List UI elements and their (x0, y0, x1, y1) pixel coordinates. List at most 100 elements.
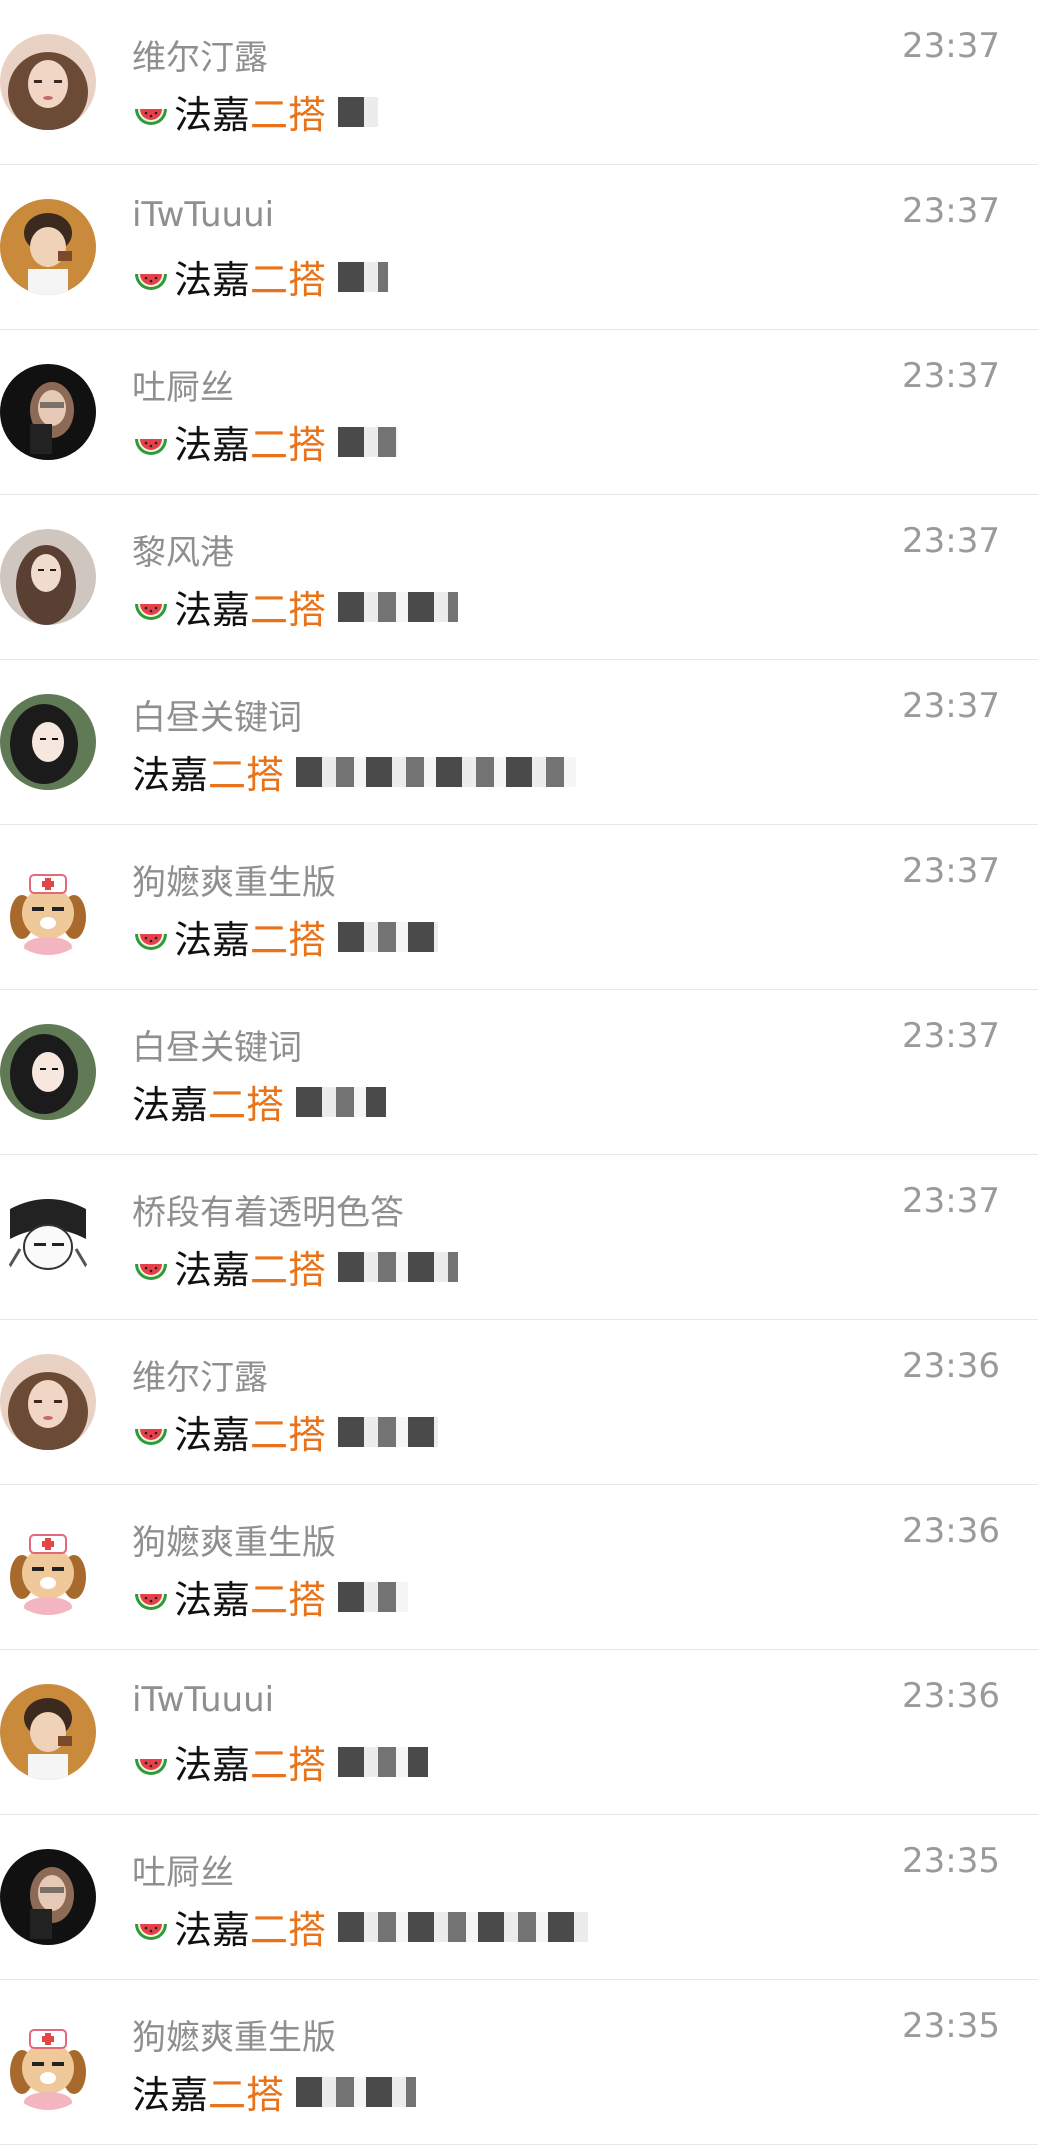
redacted-text (338, 591, 459, 622)
message-preview: 法嘉 二搭 (132, 1569, 409, 1624)
message-prefix: 法嘉 (132, 2073, 209, 2117)
message-prefix: 法嘉 (174, 93, 251, 137)
message-preview: 法嘉 二搭 (132, 2064, 417, 2119)
message-preview: 法嘉 二搭 (132, 909, 439, 964)
redacted-text (338, 1581, 409, 1612)
keyword-highlight: 二搭 (250, 918, 327, 962)
message-time: 23:37 (902, 1016, 1000, 1056)
chat-row[interactable]: iTwTuuui 23:37 法嘉 二搭 (0, 165, 1038, 330)
message-preview: 法嘉 二搭 (132, 1899, 589, 1954)
watermelon-icon (135, 1263, 167, 1280)
keyword-highlight: 二搭 (250, 1413, 327, 1457)
watermelon-icon (135, 273, 167, 290)
chat-row[interactable]: iTwTuuui 23:36 法嘉 二搭 (0, 1650, 1038, 1815)
message-time: 23:36 (902, 1511, 1000, 1551)
message-prefix: 法嘉 (174, 1413, 251, 1457)
message-preview: 法嘉 二搭 (132, 249, 389, 304)
message-time: 23:36 (902, 1676, 1000, 1716)
message-prefix: 法嘉 (174, 1248, 251, 1292)
avatar[interactable] (0, 34, 96, 130)
message-preview: 法嘉 二搭 (132, 84, 379, 139)
chat-row[interactable]: 维尔汀露 23:36 法嘉 二搭 (0, 1320, 1038, 1485)
message-time: 23:36 (902, 1346, 1000, 1386)
keyword-highlight: 二搭 (250, 1248, 327, 1292)
watermelon-icon (135, 1758, 167, 1775)
redacted-text (338, 1416, 439, 1447)
message-time: 23:37 (902, 851, 1000, 891)
watermelon-icon (135, 603, 167, 620)
watermelon-icon (135, 1593, 167, 1610)
keyword-highlight: 二搭 (208, 1083, 285, 1127)
keyword-highlight: 二搭 (250, 1578, 327, 1622)
chat-row[interactable]: 狗嬷爽重生版 23:36 法嘉 二搭 (0, 1485, 1038, 1650)
chat-row[interactable]: 白昼关键词 23:37 法嘉 二搭 (0, 990, 1038, 1155)
message-time: 23:37 (902, 521, 1000, 561)
sender-name: 狗嬷爽重生版 (132, 1523, 336, 1563)
avatar[interactable] (0, 1684, 96, 1780)
avatar[interactable] (0, 364, 96, 460)
message-preview: 法嘉 二搭 (132, 1074, 387, 1129)
message-time: 23:35 (902, 2006, 1000, 2046)
redacted-text (338, 96, 379, 127)
keyword-highlight: 二搭 (250, 1743, 327, 1787)
avatar[interactable] (0, 859, 96, 955)
keyword-highlight: 二搭 (250, 258, 327, 302)
message-prefix: 法嘉 (174, 588, 251, 632)
watermelon-icon (135, 1428, 167, 1445)
keyword-highlight: 二搭 (250, 93, 327, 137)
chat-row[interactable]: 吐屙丝 23:35 法嘉 二搭 (0, 1815, 1038, 1980)
message-preview: 法嘉 二搭 (132, 579, 459, 634)
chat-row[interactable]: 狗嬷爽重生版 23:35 法嘉 二搭 (0, 1980, 1038, 2145)
redacted-text (338, 921, 439, 952)
avatar[interactable] (0, 199, 96, 295)
message-prefix: 法嘉 (174, 918, 251, 962)
message-prefix: 法嘉 (174, 423, 251, 467)
redacted-text (338, 261, 389, 292)
message-prefix: 法嘉 (174, 1578, 251, 1622)
message-time: 23:37 (902, 356, 1000, 396)
avatar[interactable] (0, 1024, 96, 1120)
message-time: 23:35 (902, 1841, 1000, 1881)
message-preview: 法嘉 二搭 (132, 1404, 439, 1459)
sender-name: 吐屙丝 (132, 368, 234, 408)
chat-row[interactable]: 吐屙丝 23:37 法嘉 二搭 (0, 330, 1038, 495)
sender-name: 桥段有着透明色答 (132, 1193, 404, 1233)
sender-name: 狗嬷爽重生版 (132, 863, 336, 903)
keyword-highlight: 二搭 (250, 423, 327, 467)
watermelon-icon (135, 108, 167, 125)
redacted-text (338, 1746, 429, 1777)
redacted-text (338, 426, 399, 457)
message-list: 维尔汀露 23:37 法嘉 二搭 iTwTuuui 23:37 法嘉 二搭 吐屙丝 23:37 法嘉… (0, 0, 1038, 2145)
avatar[interactable] (0, 1189, 96, 1285)
sender-name: 黎风港 (132, 533, 234, 573)
redacted-text (296, 2076, 417, 2107)
message-prefix: 法嘉 (132, 1083, 209, 1127)
chat-row[interactable]: 黎风港 23:37 法嘉 二搭 (0, 495, 1038, 660)
avatar[interactable] (0, 1354, 96, 1450)
avatar[interactable] (0, 2014, 96, 2110)
message-prefix: 法嘉 (174, 1908, 251, 1952)
keyword-highlight: 二搭 (208, 2073, 285, 2117)
message-time: 23:37 (902, 1181, 1000, 1221)
keyword-highlight: 二搭 (208, 753, 285, 797)
chat-row[interactable]: 狗嬷爽重生版 23:37 法嘉 二搭 (0, 825, 1038, 990)
sender-name: 白昼关键词 (132, 1028, 302, 1068)
sender-name: iTwTuuui (132, 1680, 275, 1720)
avatar[interactable] (0, 694, 96, 790)
avatar[interactable] (0, 1849, 96, 1945)
sender-name: 吐屙丝 (132, 1853, 234, 1893)
avatar[interactable] (0, 529, 96, 625)
redacted-text (338, 1251, 459, 1282)
chat-row[interactable]: 桥段有着透明色答 23:37 法嘉 二搭 (0, 1155, 1038, 1320)
chat-row[interactable]: 白昼关键词 23:37 法嘉 二搭 (0, 660, 1038, 825)
redacted-text (296, 1086, 387, 1117)
avatar[interactable] (0, 1519, 96, 1615)
sender-name: 维尔汀露 (132, 38, 268, 78)
chat-row[interactable]: 维尔汀露 23:37 法嘉 二搭 (0, 0, 1038, 165)
message-prefix: 法嘉 (132, 753, 209, 797)
watermelon-icon (135, 1923, 167, 1940)
sender-name: 白昼关键词 (132, 698, 302, 738)
keyword-highlight: 二搭 (250, 1908, 327, 1952)
message-preview: 法嘉 二搭 (132, 1734, 429, 1789)
message-preview: 法嘉 二搭 (132, 414, 399, 469)
